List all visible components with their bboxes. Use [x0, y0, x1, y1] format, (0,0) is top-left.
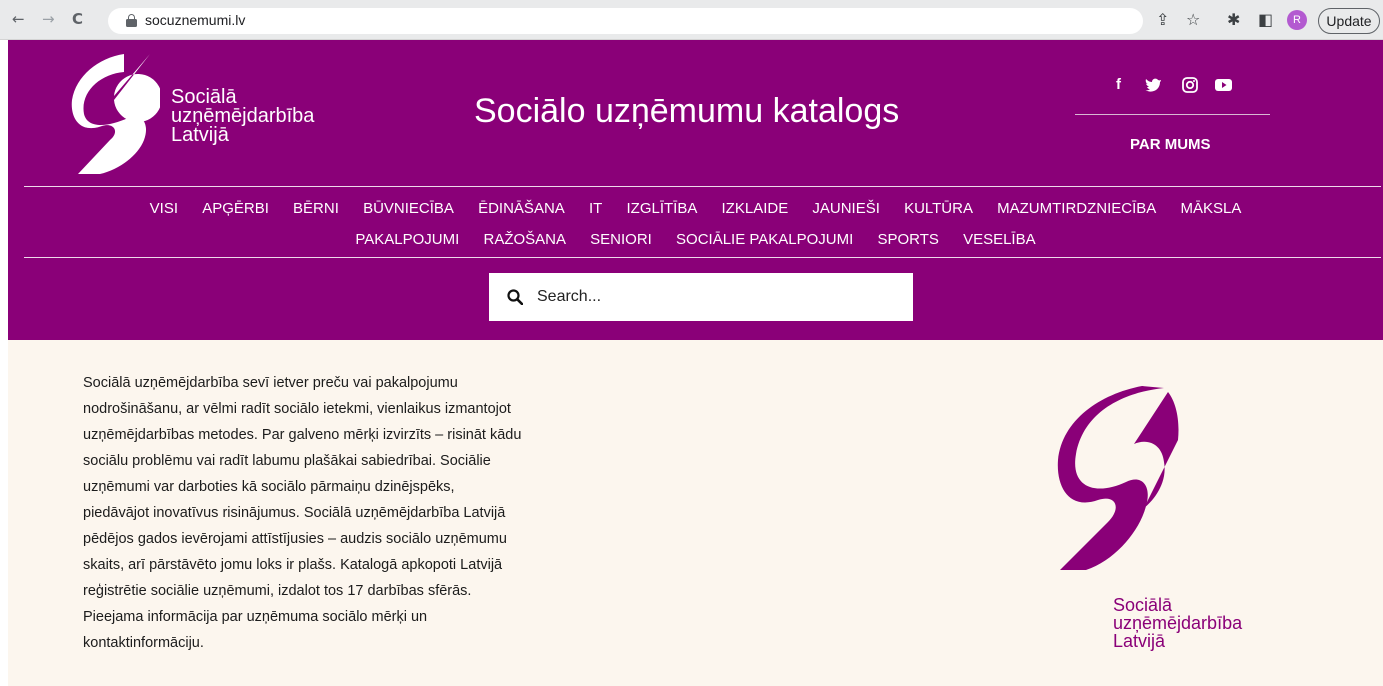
update-button[interactable]: Update	[1318, 8, 1380, 34]
forward-arrow-icon[interactable]: →	[42, 10, 55, 28]
logo-s-large-icon	[1057, 386, 1179, 570]
logo-wordmark-large: Sociālā uzņēmējdarbība Latvijā	[1113, 596, 1242, 650]
search-box	[489, 273, 913, 321]
category-nav-row1: VISI APĢĒRBI BĒRNI BŪVNIECĪBA ĒDINĀŠANA …	[8, 200, 1383, 217]
page-title: Sociālo uzņēmumu katalogs	[474, 92, 900, 130]
search-input[interactable]	[537, 283, 897, 311]
intro-line: nodrošināšanu, ar vēlmi radīt sociālo ie…	[83, 401, 511, 417]
lock-icon	[126, 14, 137, 27]
reload-icon[interactable]: C	[72, 10, 83, 28]
intro-text: Sociālā uzņēmējdarbība sevī ietver preču…	[83, 370, 558, 656]
browser-toolbar: ← → C socuznemumi.lv ⇪ ☆ ✱ ◧ R Update	[0, 0, 1383, 40]
profile-avatar[interactable]: R	[1287, 10, 1307, 30]
category-link[interactable]: PAKALPOJUMI	[355, 231, 459, 248]
category-link[interactable]: SOCIĀLIE PAKALPOJUMI	[676, 231, 853, 248]
intro-line: Sociālā uzņēmējdarbība sevī ietver preču…	[83, 375, 458, 391]
category-link[interactable]: IT	[589, 200, 602, 217]
intro-line: Pieejama informācija par uzņēmuma sociāl…	[83, 609, 428, 625]
category-link[interactable]: VESELĪBA	[963, 231, 1036, 248]
intro-section: Sociālā uzņēmējdarbība sevī ietver preču…	[8, 340, 1383, 686]
category-link[interactable]: SPORTS	[877, 231, 938, 248]
category-link[interactable]: BĒRNI	[293, 200, 339, 217]
logo-line: Latvijā	[171, 124, 229, 146]
category-link[interactable]: IZKLAIDE	[722, 200, 789, 217]
intro-line: sociālu problēmu vai radīt labumu plašāk…	[83, 453, 491, 469]
intro-line: uzņēmumi var darboties kā sociālo pārmai…	[83, 479, 455, 495]
category-link[interactable]: ĒDINĀŠANA	[478, 200, 565, 217]
category-link[interactable]: SENIORI	[590, 231, 652, 248]
nav-divider-top	[24, 186, 1381, 187]
intro-line: pēdējos gados ievērojami attīstījusies –…	[83, 531, 507, 547]
facebook-icon[interactable]: f	[1116, 76, 1121, 93]
social-divider	[1075, 114, 1270, 115]
logo-wordmark[interactable]: Sociālā uzņēmējdarbība Latvijā	[171, 87, 314, 146]
search-icon[interactable]	[507, 289, 523, 305]
extensions-puzzle-icon[interactable]: ✱	[1227, 10, 1240, 29]
category-link[interactable]: MĀKSLA	[1180, 200, 1241, 217]
intro-line: reģistrētie sociālie uzņēmumi, izdalot t…	[83, 583, 472, 599]
share-icon[interactable]: ⇪	[1156, 10, 1169, 29]
category-link[interactable]: APĢĒRBI	[202, 200, 269, 217]
intro-line: kontaktinformāciju.	[83, 635, 204, 651]
intro-line: piedāvājot inovatīvus risinājumus. Sociā…	[83, 505, 506, 521]
about-link[interactable]: PAR MUMS	[1130, 136, 1211, 153]
category-link[interactable]: KULTŪRA	[904, 200, 973, 217]
site-header: Sociālā uzņēmējdarbība Latvijā Sociālo u…	[8, 40, 1383, 340]
youtube-icon[interactable]	[1215, 79, 1232, 91]
back-arrow-icon[interactable]: ←	[12, 10, 25, 28]
logo-line: Latvijā	[1113, 631, 1166, 651]
nav-divider-bottom	[24, 257, 1381, 258]
category-link[interactable]: JAUNIEŠI	[812, 200, 880, 217]
logo-line: uzņēmējdarbība	[1113, 613, 1243, 633]
category-nav-row2: PAKALPOJUMI RAŽOŠANA SENIORI SOCIĀLIE PA…	[8, 231, 1383, 248]
category-link[interactable]: BŪVNIECĪBA	[363, 200, 454, 217]
instagram-icon[interactable]	[1182, 77, 1198, 93]
logo-s-icon[interactable]	[70, 52, 160, 176]
intro-line: uzņēmējdarbības metodes. Par galveno mēr…	[83, 427, 522, 443]
address-bar[interactable]: socuznemumi.lv	[108, 8, 1143, 34]
category-link[interactable]: RAŽOŠANA	[483, 231, 566, 248]
category-link[interactable]: MAZUMTIRDZNIECĪBA	[997, 200, 1156, 217]
category-link[interactable]: IZGLĪTĪBA	[626, 200, 697, 217]
intro-line: skaits, arī pārstāvēto jomu loks ir plaš…	[83, 557, 503, 573]
category-link[interactable]: VISI	[150, 200, 178, 217]
logo-line: Sociālā	[1113, 595, 1173, 615]
twitter-icon[interactable]	[1145, 78, 1162, 92]
side-panel-icon[interactable]: ◧	[1258, 10, 1273, 29]
url-text: socuznemumi.lv	[145, 12, 246, 28]
bookmark-star-icon[interactable]: ☆	[1186, 10, 1200, 29]
